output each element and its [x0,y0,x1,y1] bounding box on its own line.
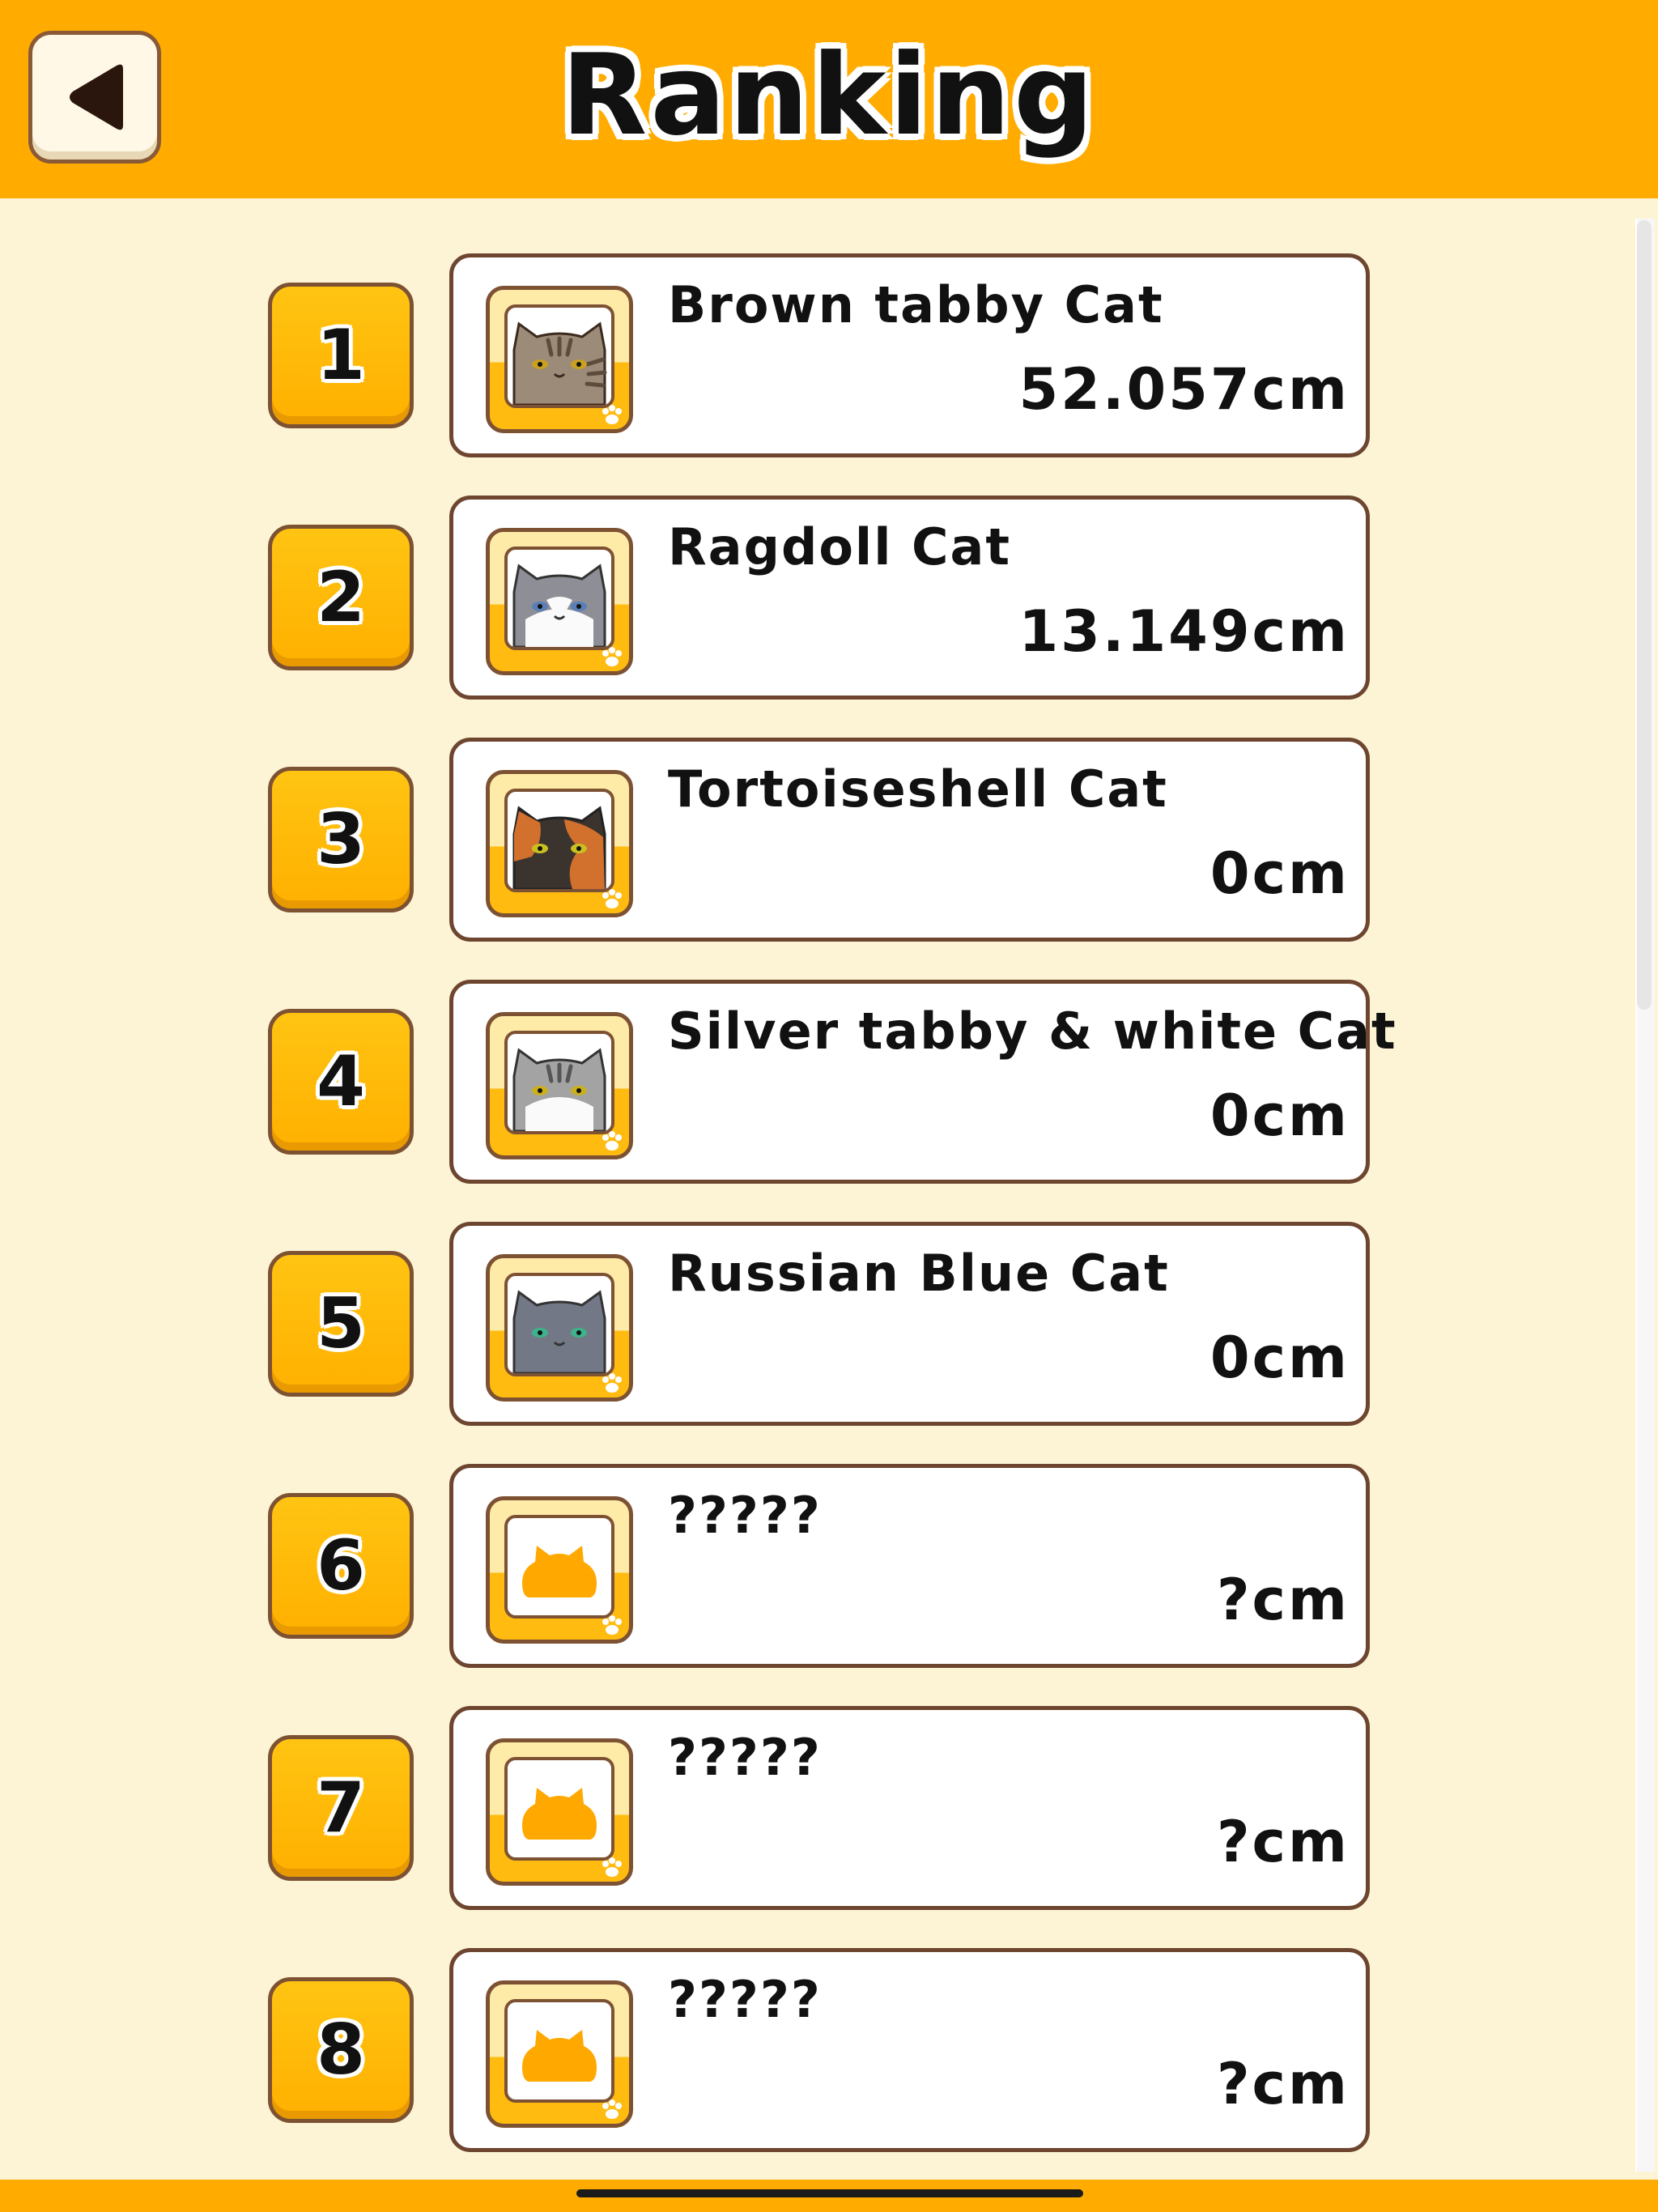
rank-number: 2 [317,557,365,638]
cat-card[interactable]: Brown tabby Cat 52.057cm [449,253,1370,457]
cat-name: Silver tabby & white Cat [668,1002,1397,1061]
ragdoll-cat-icon [512,564,606,647]
rank-badge: 5 [268,1251,414,1397]
rank-badge: 7 [268,1735,414,1881]
cat-name: Brown tabby Cat [668,275,1164,334]
cat-name: Tortoiseshell Cat [668,759,1168,819]
russian-blue-cat-icon [512,1290,606,1373]
paw-icon [602,889,622,908]
rank-badge: 3 [268,767,414,912]
ranking-row-2: 2 Ragdoll Cat 13.149cm [0,496,1658,700]
ranking-row-1: 1 Brown tabby Cat 52.057cm [0,253,1658,457]
paw-icon [602,1857,622,1877]
cat-size: ?cm [1216,1567,1350,1633]
rank-badge: 6 [268,1493,414,1639]
rank-number: 7 [317,1767,365,1848]
cat-thumbnail [486,1738,633,1886]
paw-icon [602,1131,622,1151]
home-indicator[interactable] [576,2189,1083,2197]
cat-card[interactable]: ????? ?cm [449,1948,1370,2152]
rank-number: 3 [317,799,365,880]
paw-icon [602,405,622,424]
rank-badge: 2 [268,525,414,670]
cat-card[interactable]: Silver tabby & white Cat 0cm [449,980,1396,1184]
ranking-row-4: 4 Silver tabby & white Cat 0cm [0,980,1658,1184]
locked-cat-icon [522,2030,597,2082]
cat-thumbnail [486,770,633,917]
brown-tabby-cat-icon [512,321,607,405]
cat-thumbnail [486,1980,633,2128]
cat-name: ????? [668,1970,822,2029]
rank-number: 1 [317,315,365,396]
cat-card[interactable]: Russian Blue Cat 0cm [449,1222,1370,1426]
rank-number: 4 [317,1041,365,1122]
rank-badge: 1 [268,283,414,428]
paw-icon [602,2099,622,2119]
cat-card[interactable]: Ragdoll Cat 13.149cm [449,496,1370,700]
locked-cat-icon [522,1788,597,1840]
ranking-row-5: 5 Russian Blue Cat 0cm [0,1222,1658,1426]
cat-thumbnail [486,286,633,433]
cat-name: Ragdoll Cat [668,517,1012,576]
cat-size: 13.149cm [1018,598,1350,665]
cat-thumbnail [486,1012,633,1159]
cat-size: 0cm [1209,840,1350,907]
ranking-row-8: 8 ????? ?cm [0,1948,1658,2152]
cat-card[interactable]: ????? ?cm [449,1706,1370,1910]
silver-tabby-white-cat-icon [512,1048,606,1131]
rank-badge: 8 [268,1977,414,2123]
cat-name: ????? [668,1486,822,1545]
rank-number: 6 [317,1525,365,1606]
cat-size: 52.057cm [1018,356,1350,423]
cat-size: ?cm [1216,1809,1350,1875]
rank-number: 8 [317,2010,365,2091]
ranking-list: 1 Brown tabby Cat 52.057cm 2 Ragdoll Cat… [0,0,1658,2212]
cat-size: 0cm [1209,1325,1350,1391]
cat-size: 0cm [1209,1083,1350,1149]
cat-thumbnail [486,1254,633,1402]
paw-icon [602,647,622,666]
ranking-row-7: 7 ????? ?cm [0,1706,1658,1910]
tortoiseshell-cat-icon [512,806,606,889]
scrollbar-thumb[interactable] [1637,220,1652,1010]
cat-card[interactable]: ????? ?cm [449,1464,1370,1668]
cat-name: Russian Blue Cat [668,1244,1170,1303]
rank-number: 5 [317,1283,365,1364]
cat-card[interactable]: Tortoiseshell Cat 0cm [449,738,1370,942]
rank-badge: 4 [268,1009,414,1155]
paw-icon [602,1373,622,1393]
ranking-row-6: 6 ????? ?cm [0,1464,1658,1668]
cat-thumbnail [486,528,633,675]
locked-cat-icon [522,1546,597,1597]
ranking-row-3: 3 Tortoiseshell Cat 0cm [0,738,1658,942]
cat-size: ?cm [1216,2051,1350,2117]
paw-icon [602,1615,622,1635]
cat-name: ????? [668,1728,822,1787]
cat-thumbnail [486,1496,633,1644]
